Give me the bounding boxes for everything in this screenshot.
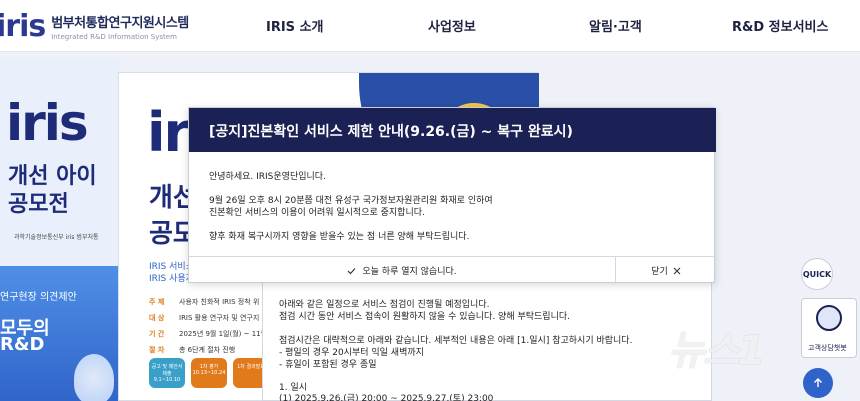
notice-line: 점검 시간 동안 서비스 접속이 원활하지 않을 수 있습니다. 양해 부탁드립…: [279, 312, 571, 322]
scroll-top-button[interactable]: [803, 368, 833, 398]
nav-rnd-info-service[interactable]: R&D 정보서비스: [732, 16, 828, 35]
popup-info-row: 절 차총 6단계 절차 진행: [149, 346, 236, 354]
chatbot-button[interactable]: 고객상담챗봇: [801, 298, 857, 358]
logo-text: 범부처통합연구지원시스템 Integrated R&D Information …: [51, 12, 189, 41]
close-label: 닫기: [651, 267, 668, 277]
modal-body-line: 향후 화재 복구시까지 영향을 받을수 있는 점 너른 양해 부탁드립니다.: [209, 232, 470, 242]
arrow-up-icon: [814, 378, 822, 387]
notice-line: (1) 2025.9.26.(금) 20:00 ~ 2025.9.27.(토) …: [279, 394, 494, 401]
close-icon: [673, 267, 681, 274]
modal-greeting: 안녕하세요. IRIS운영단입니다.: [209, 172, 326, 182]
chatbot-label: 고객상담챗봇: [808, 344, 847, 352]
dont-show-today-button[interactable]: 오늘 하루 열지 않습니다.: [189, 257, 615, 284]
lightbulb-icon: [74, 354, 114, 401]
quick-menu-button[interactable]: QUICK: [801, 258, 833, 290]
notice-modal: [공지]진본확인 서비스 제한 안내(9.26.(금) ~ 복구 완료시) 안녕…: [188, 107, 716, 284]
modal-body-line: 진본확인 서비스의 이용이 어려워 일시적으로 중지합니다.: [209, 208, 425, 218]
modal-title: [공지]진본확인 서비스 제한 안내(9.26.(금) ~ 복구 완료시): [209, 124, 573, 140]
close-button[interactable]: 닫기: [615, 257, 716, 284]
modal-footer: 오늘 하루 열지 않습니다. 닫기: [189, 256, 716, 284]
nav-business-info[interactable]: 사업정보: [428, 16, 476, 35]
dont-show-today-label: 오늘 하루 열지 않습니다.: [362, 267, 457, 277]
nav-iris-intro[interactable]: IRIS 소개: [266, 16, 324, 35]
check-icon: [347, 267, 356, 274]
modal-header: [공지]진본확인 서비스 제한 안내(9.26.(금) ~ 복구 완료시): [189, 108, 716, 152]
banner-org: 과학기술정보통신부 iris 범부처통: [14, 234, 99, 241]
popup-info-row: 대 상 IRIS 활용 연구자 및 연구지: [149, 314, 260, 322]
chatbot-icon: [816, 305, 842, 331]
quick-label: QUICK: [802, 269, 832, 279]
nav-notice-customer[interactable]: 알림·고객: [589, 16, 642, 35]
contest-banner[interactable]: iris 개선 아이 공모전 과학기술정보통신부 iris 범부처통 연구현장 …: [0, 58, 120, 401]
logo-mark: iris: [0, 8, 46, 44]
banner-blue-title2: R&D: [0, 334, 45, 355]
popup-info-row: 주 제 사용자 친화적 IRIS 정착 위: [149, 298, 260, 306]
logo-title: 범부처통합연구지원시스템: [51, 15, 189, 31]
process-step: 공고 및 제안서 제출 9.1~10.10: [149, 358, 185, 388]
banner-blue-caption: 연구현장 의견제안: [0, 292, 77, 303]
notice-line: - 휴일이 포함된 경우 종일: [279, 360, 377, 370]
logo-subtitle: Integrated R&D Information System: [51, 32, 177, 41]
site-header: iris 범부처통합연구지원시스템 Integrated R&D Informa…: [0, 0, 860, 52]
process-step: 1차 평가 10.13~10.24: [191, 358, 227, 388]
popup-info-row: 기 간 2025년 9월 1일(월) ~ 11월: [149, 330, 268, 338]
news-watermark: 뉴스1: [668, 328, 765, 374]
banner-brand: iris: [6, 94, 89, 152]
site-logo[interactable]: iris 범부처통합연구지원시스템 Integrated R&D Informa…: [0, 8, 189, 44]
banner-title-line2: 공모전: [8, 192, 69, 217]
